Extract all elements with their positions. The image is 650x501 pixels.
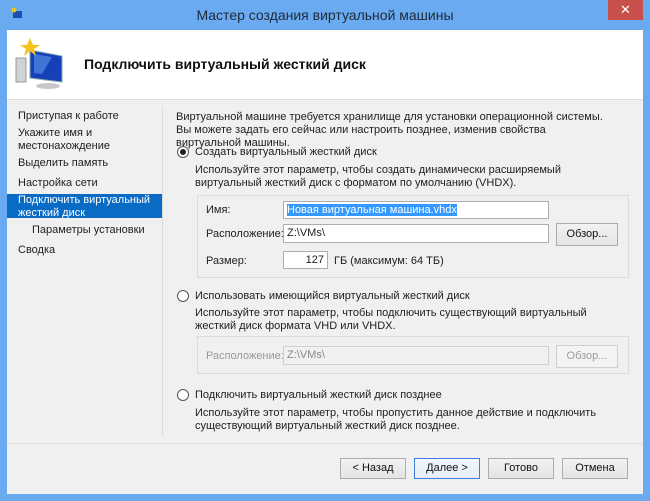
page-title: Подключить виртуальный жесткий диск [84, 56, 366, 72]
name-input[interactable]: Новая виртуальная машина.vhdx [283, 201, 549, 219]
create-disk-desc: Используйте этот параметр, чтобы создать… [195, 164, 561, 189]
computer-wizard-icon [15, 38, 63, 89]
back-button[interactable]: < Назад [340, 458, 406, 479]
name-label: Имя: [206, 204, 231, 216]
next-button[interactable]: Далее > [414, 458, 480, 479]
existing-location-label: Расположение: [206, 350, 284, 362]
close-button[interactable]: ✕ [608, 0, 643, 20]
intro-text: Виртуальной машине требуется хранилище д… [176, 111, 603, 149]
create-disk-label[interactable]: Создать виртуальный жесткий диск [195, 146, 377, 158]
attach-later-label[interactable]: Подключить виртуальный жесткий диск позд… [195, 389, 442, 401]
size-input[interactable]: 127 [283, 251, 328, 269]
nav-item-name-location[interactable]: Укажите имя и местонахождение [18, 127, 158, 153]
nav-item-summary[interactable]: Сводка [18, 244, 158, 257]
size-label: Размер: [206, 255, 247, 267]
nav-item-memory[interactable]: Выделить память [18, 157, 158, 170]
radio-attach-later[interactable] [177, 389, 189, 401]
radio-existing-disk[interactable] [177, 290, 189, 302]
size-hint: ГБ (максимум: 64 ТБ) [334, 255, 444, 267]
existing-disk-label[interactable]: Использовать имеющийся виртуальный жестк… [195, 290, 470, 302]
existing-location-input[interactable]: Z:\VMs\ [283, 346, 549, 365]
radio-create-disk[interactable] [177, 146, 189, 158]
nav-item-network[interactable]: Настройка сети [18, 177, 158, 190]
existing-disk-desc: Используйте этот параметр, чтобы подключ… [195, 307, 587, 332]
cancel-button[interactable]: Отмена [562, 458, 628, 479]
finish-button[interactable]: Готово [488, 458, 554, 479]
browse-button[interactable]: Обзор... [556, 223, 618, 246]
nav-item-getting-started[interactable]: Приступая к работе [18, 110, 158, 123]
nav-item-connect-disk[interactable]: Подключить виртуальный жесткий диск [7, 194, 162, 219]
location-input[interactable]: Z:\VMs\ [283, 224, 549, 243]
button-separator [7, 443, 643, 444]
location-label: Расположение: [206, 228, 284, 240]
window-title: Мастер создания виртуальной машины [196, 7, 454, 23]
name-value: Новая виртуальная машина.vhdx [287, 204, 457, 216]
nav-item-install-options[interactable]: Параметры установки [32, 224, 172, 237]
existing-browse-button[interactable]: Обзор... [556, 345, 618, 368]
attach-later-desc: Используйте этот параметр, чтобы пропуст… [195, 407, 597, 432]
nav-divider [162, 106, 163, 436]
